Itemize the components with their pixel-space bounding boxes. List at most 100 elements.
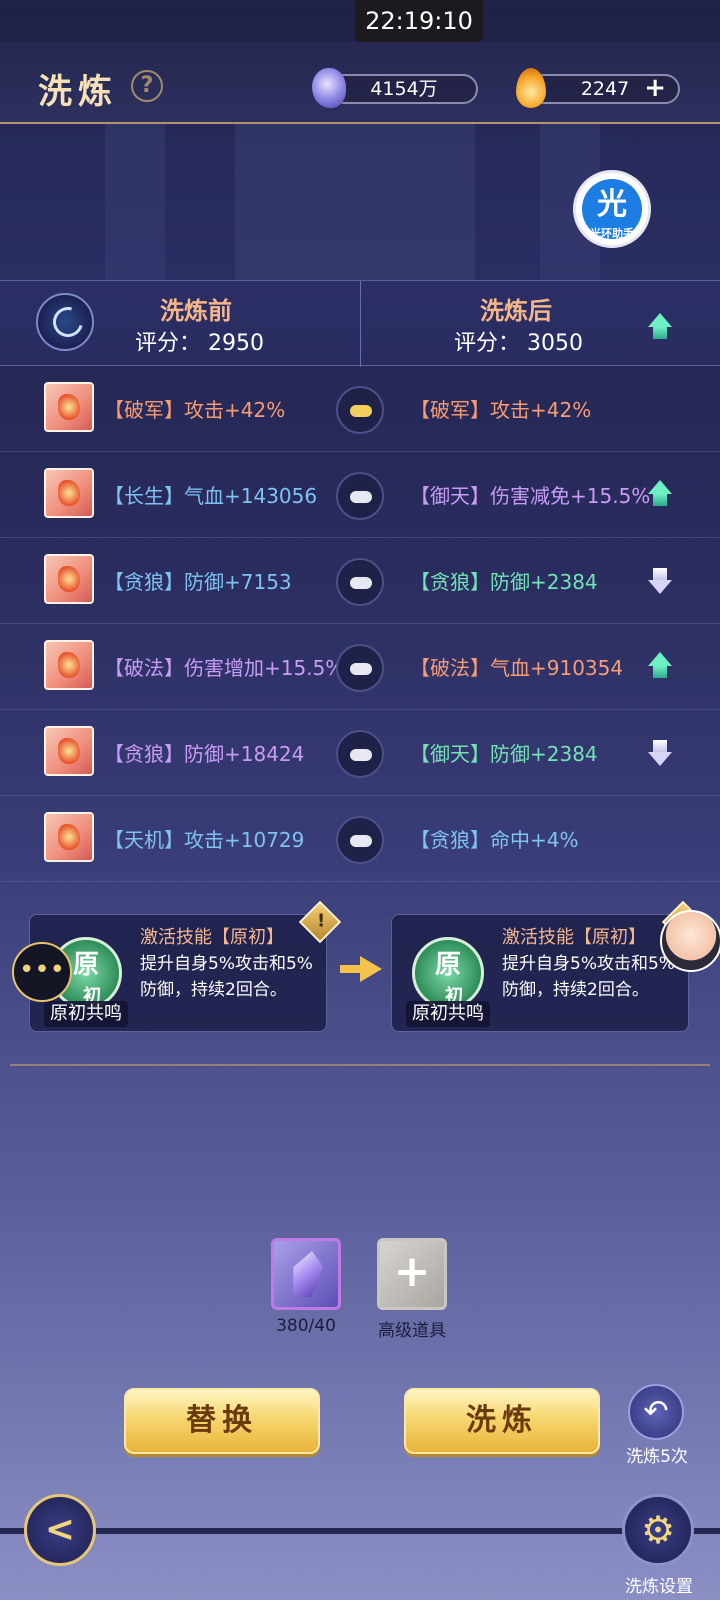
refine-settings-button[interactable]: ⚙ bbox=[622, 1494, 694, 1566]
before-title: 洗炼前 bbox=[160, 297, 232, 325]
plus-icon: + bbox=[393, 1246, 431, 1297]
attribute-row: 【天机】攻击+10729 【贪狼】命中+4% bbox=[0, 796, 720, 882]
currency-flame-value: 2247 bbox=[580, 78, 630, 100]
attribute-tag: 【破法】 bbox=[104, 656, 184, 680]
attribute-tag: 【贪狼】 bbox=[410, 570, 490, 594]
skill-card-after[interactable]: 原 初 原初共鸣 激活技能【原初】 提升自身5%攻击和5%防御，持续2回合。 bbox=[391, 914, 689, 1032]
attribute-tag: 【贪狼】 bbox=[410, 828, 490, 852]
attribute-after: 【贪狼】防御+2384 bbox=[410, 566, 598, 595]
skill-title: 激活技能【原初】 bbox=[140, 927, 284, 948]
skill-emblem-icon: 原 初 bbox=[412, 937, 484, 1009]
bottom-bar bbox=[0, 1528, 720, 1534]
attribute-stat: 防御+18424 bbox=[184, 742, 305, 766]
attribute-before: 【破军】攻击+42% bbox=[104, 394, 285, 423]
back-button[interactable]: < bbox=[24, 1494, 96, 1566]
lock-toggle-icon[interactable] bbox=[336, 472, 384, 520]
chat-bubble-icon[interactable]: ••• bbox=[12, 942, 72, 1002]
helper-app-badge[interactable]: 光 光环助手 bbox=[573, 170, 651, 248]
lock-toggle-icon[interactable] bbox=[336, 730, 384, 778]
banner-altar bbox=[235, 124, 475, 280]
equipment-slot-icon[interactable] bbox=[44, 640, 94, 690]
before-score: 评分： 2950 bbox=[135, 325, 264, 357]
attribute-after: 【御天】伤害减免+15.5% bbox=[410, 480, 650, 509]
transition-arrow-icon bbox=[340, 956, 384, 982]
equipment-slot-icon[interactable] bbox=[44, 812, 94, 862]
attribute-tag: 【破军】 bbox=[104, 398, 184, 422]
attribute-stat: 防御+2384 bbox=[490, 742, 598, 766]
add-currency-icon[interactable]: + bbox=[644, 75, 666, 101]
attribute-tag: 【天机】 bbox=[104, 828, 184, 852]
section-divider bbox=[10, 1064, 710, 1066]
back-arrow-icon: < bbox=[44, 1509, 76, 1550]
helper-badge-label: 光环助手 bbox=[590, 227, 634, 240]
help-icon[interactable]: ? bbox=[131, 70, 163, 102]
attribute-stat: 攻击+10729 bbox=[184, 828, 305, 852]
attribute-before: 【长生】气血+143056 bbox=[104, 480, 317, 509]
advanced-item-label: 高级道具 bbox=[378, 1321, 446, 1341]
refine-five-button[interactable]: ↶ bbox=[628, 1384, 684, 1440]
attribute-tag: 【贪狼】 bbox=[104, 742, 184, 766]
skill-name: 原初共鸣 bbox=[406, 1001, 490, 1027]
equipment-orb-icon bbox=[36, 293, 94, 351]
attribute-stat: 攻击+42% bbox=[490, 398, 592, 422]
after-score-label: 评分： bbox=[454, 331, 521, 356]
skill-description: 提升自身5%攻击和5%防御，持续2回合。 bbox=[140, 954, 313, 1000]
attribute-tag: 【御天】 bbox=[410, 484, 490, 508]
purple-crystal-icon[interactable] bbox=[271, 1238, 341, 1310]
attribute-tag: 【御天】 bbox=[410, 742, 490, 766]
attribute-stat: 气血+910354 bbox=[490, 656, 624, 680]
currency-flame-box: 2247 + bbox=[530, 74, 680, 104]
undo-arrow-icon: ↶ bbox=[643, 1394, 669, 1429]
attribute-tag: 【长生】 bbox=[104, 484, 184, 508]
trend-up-arrow-icon bbox=[648, 652, 672, 680]
equipment-slot-icon[interactable] bbox=[44, 468, 94, 518]
skill-name: 原初共鸣 bbox=[44, 1001, 128, 1027]
lock-toggle-icon[interactable] bbox=[336, 644, 384, 692]
attribute-stat: 命中+4% bbox=[490, 828, 579, 852]
attribute-tag: 【破法】 bbox=[410, 656, 490, 680]
attribute-after: 【破军】攻击+42% bbox=[410, 394, 591, 423]
refine-button[interactable]: 洗炼 bbox=[404, 1388, 600, 1454]
attribute-row: 【长生】气血+143056 【御天】伤害减免+15.5% bbox=[0, 452, 720, 538]
attribute-stat: 防御+7153 bbox=[184, 570, 292, 594]
equipment-slot-icon[interactable] bbox=[44, 382, 94, 432]
after-score-value: 3050 bbox=[527, 331, 584, 356]
attribute-after: 【御天】防御+2384 bbox=[410, 738, 598, 767]
page-title: 洗炼 bbox=[38, 72, 118, 112]
lock-toggle-icon[interactable] bbox=[336, 558, 384, 606]
skill-card-before[interactable]: 原 初 原初共鸣 激活技能【原初】 提升自身5%攻击和5%防御，持续2回合。 bbox=[29, 914, 327, 1032]
equipment-slot-icon[interactable] bbox=[44, 554, 94, 604]
attribute-stat: 伤害增加+15.5% bbox=[184, 656, 345, 680]
trend-down-arrow-icon bbox=[648, 566, 672, 594]
skill-description: 提升自身5%攻击和5%防御，持续2回合。 bbox=[502, 954, 675, 1000]
status-clock: 22:19:10 bbox=[355, 0, 483, 42]
attribute-after: 【破法】气血+910354 bbox=[410, 652, 623, 681]
attribute-row: 【破军】攻击+42% 【破军】攻击+42% bbox=[0, 366, 720, 452]
attribute-stat: 防御+2384 bbox=[490, 570, 598, 594]
top-header: 洗炼 ? 4154万 2247 + bbox=[0, 42, 720, 124]
attribute-tag: 【破军】 bbox=[410, 398, 490, 422]
trend-up-arrow-icon bbox=[648, 480, 672, 508]
trend-down-arrow-icon bbox=[648, 738, 672, 766]
attribute-row: 【贪狼】防御+18424 【御天】防御+2384 bbox=[0, 710, 720, 796]
add-advanced-item-button[interactable]: + bbox=[377, 1238, 447, 1310]
assistant-avatar[interactable] bbox=[660, 910, 720, 972]
after-score: 评分： 3050 bbox=[454, 325, 583, 357]
attribute-after: 【贪狼】命中+4% bbox=[410, 824, 579, 853]
attribute-row: 【贪狼】防御+7153 【贪狼】防御+2384 bbox=[0, 538, 720, 624]
lock-toggle-icon[interactable] bbox=[336, 816, 384, 864]
attribute-tag: 【贪狼】 bbox=[104, 570, 184, 594]
column-divider bbox=[360, 281, 361, 367]
comparison-header: 洗炼前 评分： 2950 洗炼后 评分： 3050 bbox=[0, 280, 720, 367]
after-title: 洗炼后 bbox=[480, 297, 552, 325]
attribute-stat: 攻击+42% bbox=[184, 398, 286, 422]
attribute-before: 【贪狼】防御+7153 bbox=[104, 566, 292, 595]
equipment-slot-icon[interactable] bbox=[44, 726, 94, 776]
refine-settings-label: 洗炼设置 bbox=[625, 1577, 693, 1597]
banner-pillar bbox=[105, 124, 165, 280]
lock-toggle-icon[interactable] bbox=[336, 386, 384, 434]
replace-button[interactable]: 替换 bbox=[124, 1388, 320, 1454]
refine-five-label: 洗炼5次 bbox=[626, 1447, 688, 1467]
attribute-before: 【破法】伤害增加+15.5% bbox=[104, 652, 344, 681]
gear-icon: ⚙ bbox=[640, 1508, 676, 1552]
